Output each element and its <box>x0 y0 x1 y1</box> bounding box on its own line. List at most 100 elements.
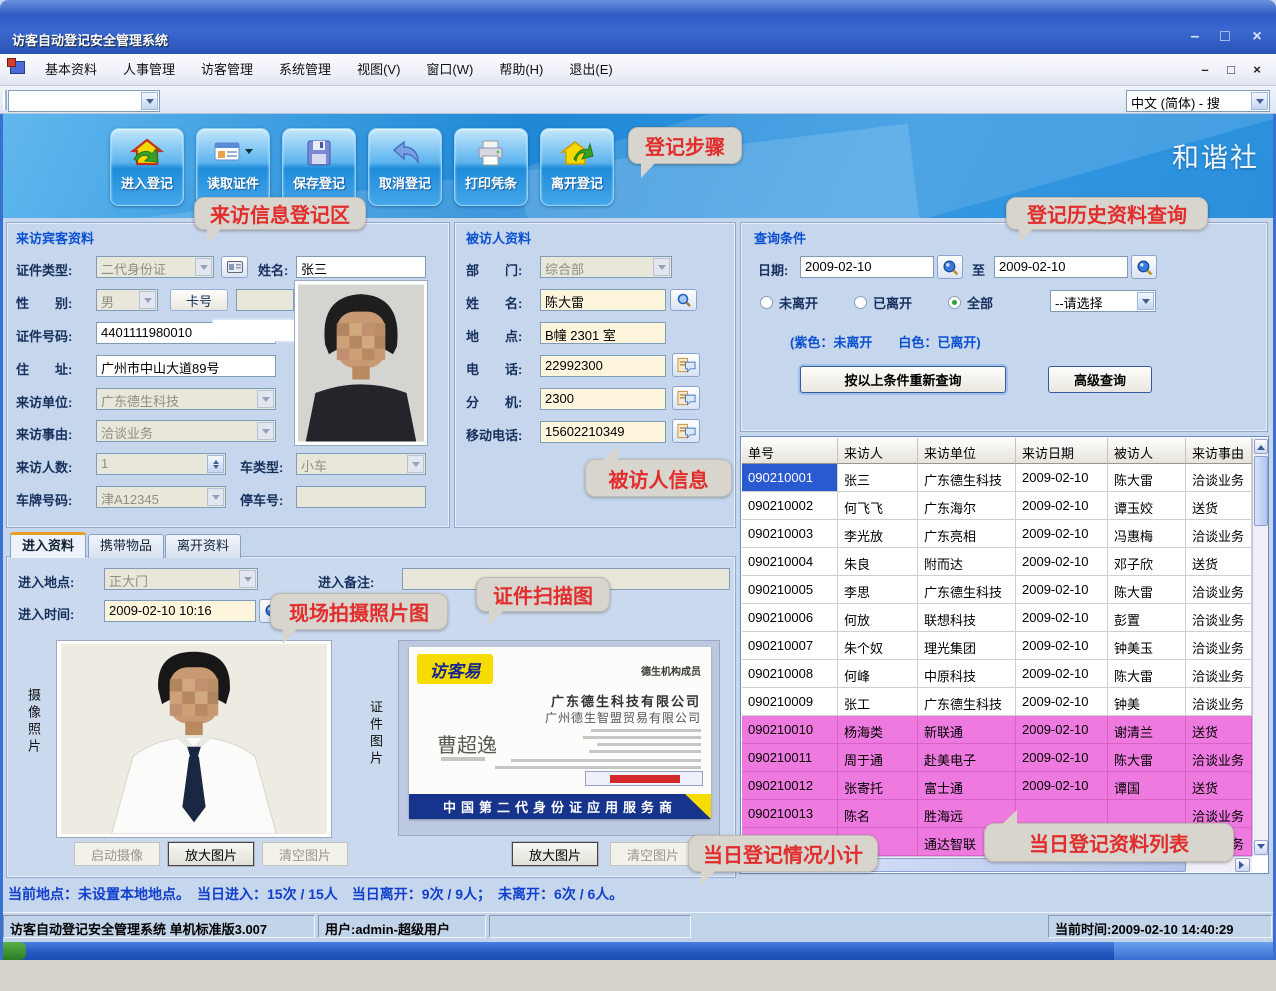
table-cell[interactable]: 090210001 <box>742 464 838 492</box>
table-cell[interactable]: 090210008 <box>742 660 838 688</box>
date-to-field[interactable]: 2009-02-10 <box>994 256 1128 278</box>
table-cell[interactable]: 彭置 <box>1108 604 1186 632</box>
menu-item-8[interactable]: 退出(E) <box>556 54 625 86</box>
phone-field[interactable]: 22992300 <box>540 355 666 377</box>
table-cell[interactable]: 广东德生科技 <box>918 576 1016 604</box>
menu-item-6[interactable]: 窗口(W) <box>413 54 486 86</box>
taskbar-tray[interactable] <box>1114 942 1276 960</box>
mdi-close-icon[interactable]: × <box>1246 62 1268 77</box>
chevron-down-icon[interactable] <box>141 92 158 110</box>
table-cell[interactable]: 广东亮相 <box>918 520 1016 548</box>
radio-icon[interactable] <box>854 296 867 309</box>
column-header[interactable]: 被访人 <box>1108 438 1186 464</box>
table-row[interactable]: 090210002何飞飞广东海尔2009-02-10谭玉姣送货 <box>742 492 1252 520</box>
table-cell[interactable]: 广东德生科技 <box>918 464 1016 492</box>
enter-register-button[interactable]: 进入登记 <box>110 128 184 206</box>
table-cell[interactable]: 2009-02-10 <box>1016 716 1108 744</box>
table-cell[interactable]: 张三 <box>838 464 918 492</box>
requery-button[interactable]: 按以上条件重新查询 <box>800 366 1006 393</box>
table-cell[interactable]: 090210013 <box>742 800 838 828</box>
column-header[interactable]: 单号 <box>742 438 838 464</box>
plate-select[interactable]: 津A12345 <box>96 486 226 508</box>
table-cell[interactable]: 陈名 <box>838 800 918 828</box>
table-cell[interactable]: 钟美玉 <box>1108 632 1186 660</box>
table-cell[interactable]: 广东海尔 <box>918 492 1016 520</box>
cancel-register-button[interactable]: 取消登记 <box>368 128 442 206</box>
visit-reason-select[interactable]: 洽谈业务 <box>96 420 276 442</box>
table-row[interactable]: 090210007朱个奴理光集团2009-02-10钟美玉洽谈业务 <box>742 632 1252 660</box>
table-cell[interactable]: 周于通 <box>838 744 918 772</box>
title-bar[interactable]: 访客自动登记安全管理系统 – □ × <box>0 0 1276 54</box>
table-cell[interactable]: 090210006 <box>742 604 838 632</box>
close-icon[interactable]: × <box>1244 28 1270 46</box>
table-row[interactable]: 090210011周于通赴美电子2009-02-10陈大雷洽谈业务 <box>742 744 1252 772</box>
table-cell[interactable]: 新联通 <box>918 716 1016 744</box>
location-field[interactable]: B幢 2301 室 <box>540 322 666 344</box>
table-cell[interactable]: 广东德生科技 <box>918 688 1016 716</box>
table-cell[interactable]: 2009-02-10 <box>1016 688 1108 716</box>
table-row[interactable]: 090210010杨海类新联通2009-02-10谢清兰送货 <box>742 716 1252 744</box>
table-cell[interactable]: 陈大雷 <box>1108 576 1186 604</box>
table-cell[interactable]: 送货 <box>1186 492 1252 520</box>
zoom-cert-button[interactable]: 放大图片 <box>512 842 598 866</box>
table-cell[interactable]: 何峰 <box>838 660 918 688</box>
start-camera-button[interactable]: 启动摄像 <box>74 842 160 866</box>
table-cell[interactable]: 中原科技 <box>918 660 1016 688</box>
table-cell[interactable]: 洽谈业务 <box>1186 604 1252 632</box>
start-button-edge[interactable] <box>0 942 26 960</box>
menu-item-4[interactable]: 系统管理 <box>266 54 344 86</box>
menu-item-3[interactable]: 访客管理 <box>188 54 266 86</box>
save-register-button[interactable]: 保存登记 <box>282 128 356 206</box>
table-cell[interactable]: 090210005 <box>742 576 838 604</box>
parking-field[interactable] <box>296 486 426 508</box>
table-row[interactable]: 090210001张三广东德生科技2009-02-10陈大雷洽谈业务 <box>742 464 1252 492</box>
table-cell[interactable]: 谢清兰 <box>1108 716 1186 744</box>
print-slip-button[interactable]: 打印凭条 <box>454 128 528 206</box>
vertical-scrollbar[interactable] <box>1252 438 1268 856</box>
table-cell[interactable]: 090210003 <box>742 520 838 548</box>
menu-item-1[interactable]: 基本资料 <box>32 54 110 86</box>
table-row[interactable]: 090210012张寄托富士通2009-02-10谭国送货 <box>742 772 1252 800</box>
date-from-picker-button[interactable] <box>937 255 963 279</box>
table-cell[interactable]: 090210012 <box>742 772 838 800</box>
dial-ext-button[interactable] <box>672 386 700 410</box>
table-cell[interactable]: 何飞飞 <box>838 492 918 520</box>
table-cell[interactable]: 洽谈业务 <box>1186 744 1252 772</box>
table-row[interactable]: 090210009张工广东德生科技2009-02-10钟美洽谈业务 <box>742 688 1252 716</box>
table-cell[interactable]: 2009-02-10 <box>1016 548 1108 576</box>
table-cell[interactable]: 钟美 <box>1108 688 1186 716</box>
table-cell[interactable]: 送货 <box>1186 772 1252 800</box>
table-cell[interactable]: 2009-02-10 <box>1016 520 1108 548</box>
table-cell[interactable]: 张寄托 <box>838 772 918 800</box>
visitor-name-field[interactable]: 张三 <box>296 256 426 278</box>
table-cell[interactable]: 陈大雷 <box>1108 660 1186 688</box>
visit-company-select[interactable]: 广东德生科技 <box>96 388 276 410</box>
table-row[interactable]: 090210008何峰中原科技2009-02-10陈大雷洽谈业务 <box>742 660 1252 688</box>
table-cell[interactable]: 理光集团 <box>918 632 1016 660</box>
card-reader-button[interactable] <box>221 256 248 278</box>
table-cell[interactable]: 洽谈业务 <box>1186 464 1252 492</box>
table-cell[interactable]: 杨海类 <box>838 716 918 744</box>
table-row[interactable]: 090210004朱良附而达2009-02-10邓子欣送货 <box>742 548 1252 576</box>
column-header[interactable]: 来访事由 <box>1186 438 1252 464</box>
radio-icon[interactable] <box>760 296 773 309</box>
advanced-query-button[interactable]: 高级查询 <box>1048 366 1152 393</box>
table-cell[interactable]: 2009-02-10 <box>1016 464 1108 492</box>
table-row[interactable]: 090210003李光放广东亮相2009-02-10冯惠梅洽谈业务 <box>742 520 1252 548</box>
mobile-field[interactable]: 15602210349 <box>540 421 666 443</box>
quick-combo[interactable] <box>8 90 160 112</box>
table-cell[interactable]: 陈大雷 <box>1108 744 1186 772</box>
date-to-picker-button[interactable] <box>1131 255 1157 279</box>
table-cell[interactable]: 何放 <box>838 604 918 632</box>
table-cell[interactable]: 090210004 <box>742 548 838 576</box>
table-cell[interactable]: 洽谈业务 <box>1186 576 1252 604</box>
address-field[interactable]: 广州市中山大道89号 <box>96 355 276 377</box>
scroll-down-icon[interactable] <box>1254 840 1268 855</box>
table-cell[interactable]: 洽谈业务 <box>1186 660 1252 688</box>
table-row[interactable]: 090210006何放联想科技2009-02-10彭置洽谈业务 <box>742 604 1252 632</box>
table-cell[interactable]: 090210009 <box>742 688 838 716</box>
tab-leave-info[interactable]: 离开资料 <box>165 534 241 558</box>
zoom-photo-button[interactable]: 放大图片 <box>168 842 254 866</box>
leave-register-button[interactable]: 离开登记 <box>540 128 614 206</box>
table-cell[interactable]: 李光放 <box>838 520 918 548</box>
